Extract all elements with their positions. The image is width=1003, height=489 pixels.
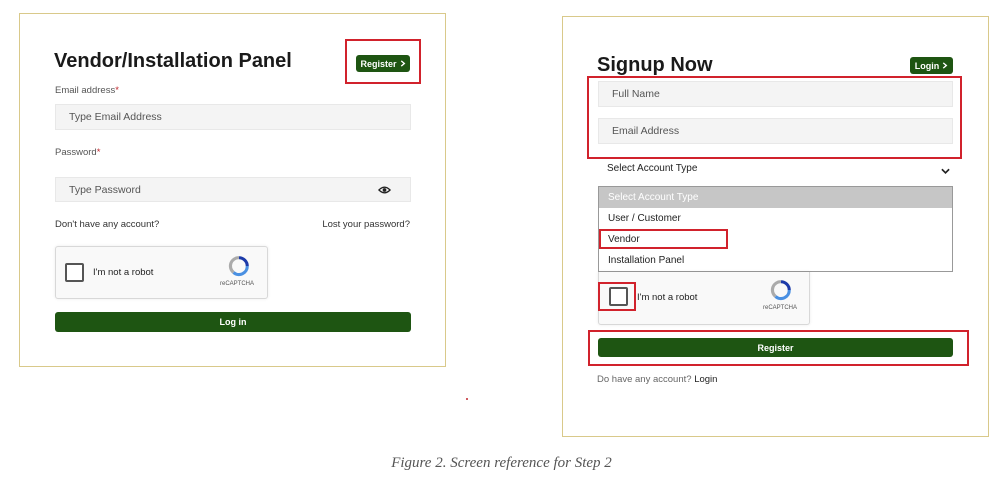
email-label: Email address*: [55, 85, 119, 96]
login-button[interactable]: Log in: [55, 312, 411, 332]
recaptcha-label: I'm not a robot: [93, 267, 154, 278]
signup-panel: Signup Now Login Full Name Email Address…: [562, 16, 989, 437]
vendor-login-panel: Vendor/Installation Panel Register Email…: [19, 13, 446, 367]
password-label: Password*: [55, 147, 101, 158]
password-input[interactable]: Type Password: [55, 177, 411, 202]
email-input-placeholder: Type Email Address: [69, 111, 162, 123]
option-select-account-type[interactable]: Select Account Type: [599, 187, 952, 208]
email-input[interactable]: Type Email Address: [55, 104, 411, 130]
password-input-placeholder: Type Password: [69, 183, 141, 196]
lost-password-link[interactable]: Lost your password?: [322, 219, 410, 230]
decorative-dot: [466, 398, 468, 400]
highlight-register-button: [345, 39, 421, 84]
recaptcha-widget: I'm not a robot reCAPTCHA: [55, 246, 268, 299]
recaptcha-logo-icon: [228, 256, 249, 277]
highlight-register-submit: [588, 330, 969, 366]
highlight-name-email-fields: [587, 76, 962, 159]
account-type-select[interactable]: Select Account Type: [607, 163, 697, 174]
no-account-text: Don't have any account?: [55, 219, 160, 230]
have-account-text: Do have any account? Login: [597, 374, 718, 385]
eye-icon[interactable]: [378, 185, 391, 195]
option-installation-panel[interactable]: Installation Panel: [599, 250, 952, 271]
login-button-top-label: Login: [914, 60, 940, 71]
recaptcha-logo-icon: [770, 280, 791, 301]
login-button-top[interactable]: Login: [910, 57, 953, 74]
signup-recaptcha-label: I'm not a robot: [637, 292, 698, 303]
signup-recaptcha-brand: reCAPTCHA: [763, 305, 798, 311]
figure-caption: Figure 2. Screen reference for Step 2: [391, 455, 612, 471]
chevron-right-icon: [943, 62, 948, 69]
highlight-vendor-option: [599, 229, 728, 249]
recaptcha-checkbox[interactable]: [65, 263, 84, 282]
signup-title: Signup Now: [597, 54, 713, 76]
recaptcha-brand: reCAPTCHA: [220, 281, 255, 287]
chevron-down-icon[interactable]: [941, 168, 950, 175]
login-link[interactable]: Login: [694, 374, 717, 385]
vendor-panel-title: Vendor/Installation Panel: [54, 50, 292, 72]
option-user-customer[interactable]: User / Customer: [599, 208, 952, 229]
highlight-recaptcha-checkbox: [598, 282, 636, 311]
